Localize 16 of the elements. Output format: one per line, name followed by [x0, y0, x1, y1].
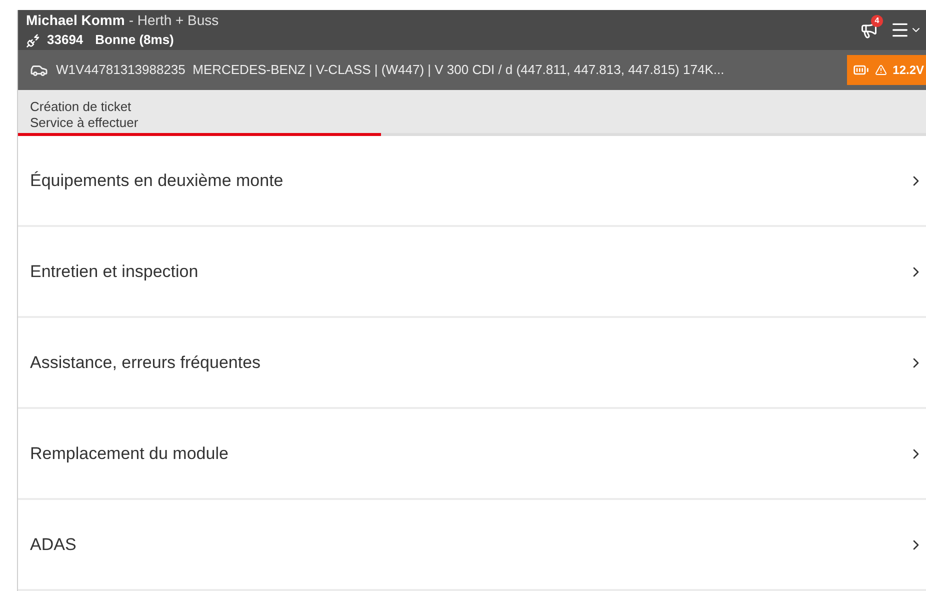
- menu-item[interactable]: ADAS: [18, 500, 926, 591]
- plug-icon: [26, 32, 41, 48]
- battery-voltage: 12.2V: [892, 62, 924, 80]
- menu-item[interactable]: Entretien et inspection: [18, 227, 926, 318]
- menu-item[interactable]: Équipements en deuxième monte: [18, 136, 926, 227]
- ticket-subtitle: Service à effectuer: [30, 114, 140, 131]
- warning-icon: [874, 64, 887, 76]
- user-name: Michael Komm: [26, 11, 125, 30]
- company-name: - Herth + Buss: [128, 11, 219, 30]
- vehicle-description: W1V44781313988235 MERCEDES-BENZ | V-CLASS | (W447) | V 300 CDI / d (447.811, 447.813, 447.815) 174K...: [56, 61, 724, 80]
- notification-count: 4: [871, 15, 883, 28]
- connection-status: Bonne (8ms): [95, 31, 174, 50]
- ticket-title: Création de ticket: [30, 98, 132, 115]
- menu-item[interactable]: Assistance, erreurs fréquentes: [18, 318, 926, 409]
- device-id: 33694: [47, 31, 84, 50]
- menu-item[interactable]: Remplacement du module: [18, 409, 926, 500]
